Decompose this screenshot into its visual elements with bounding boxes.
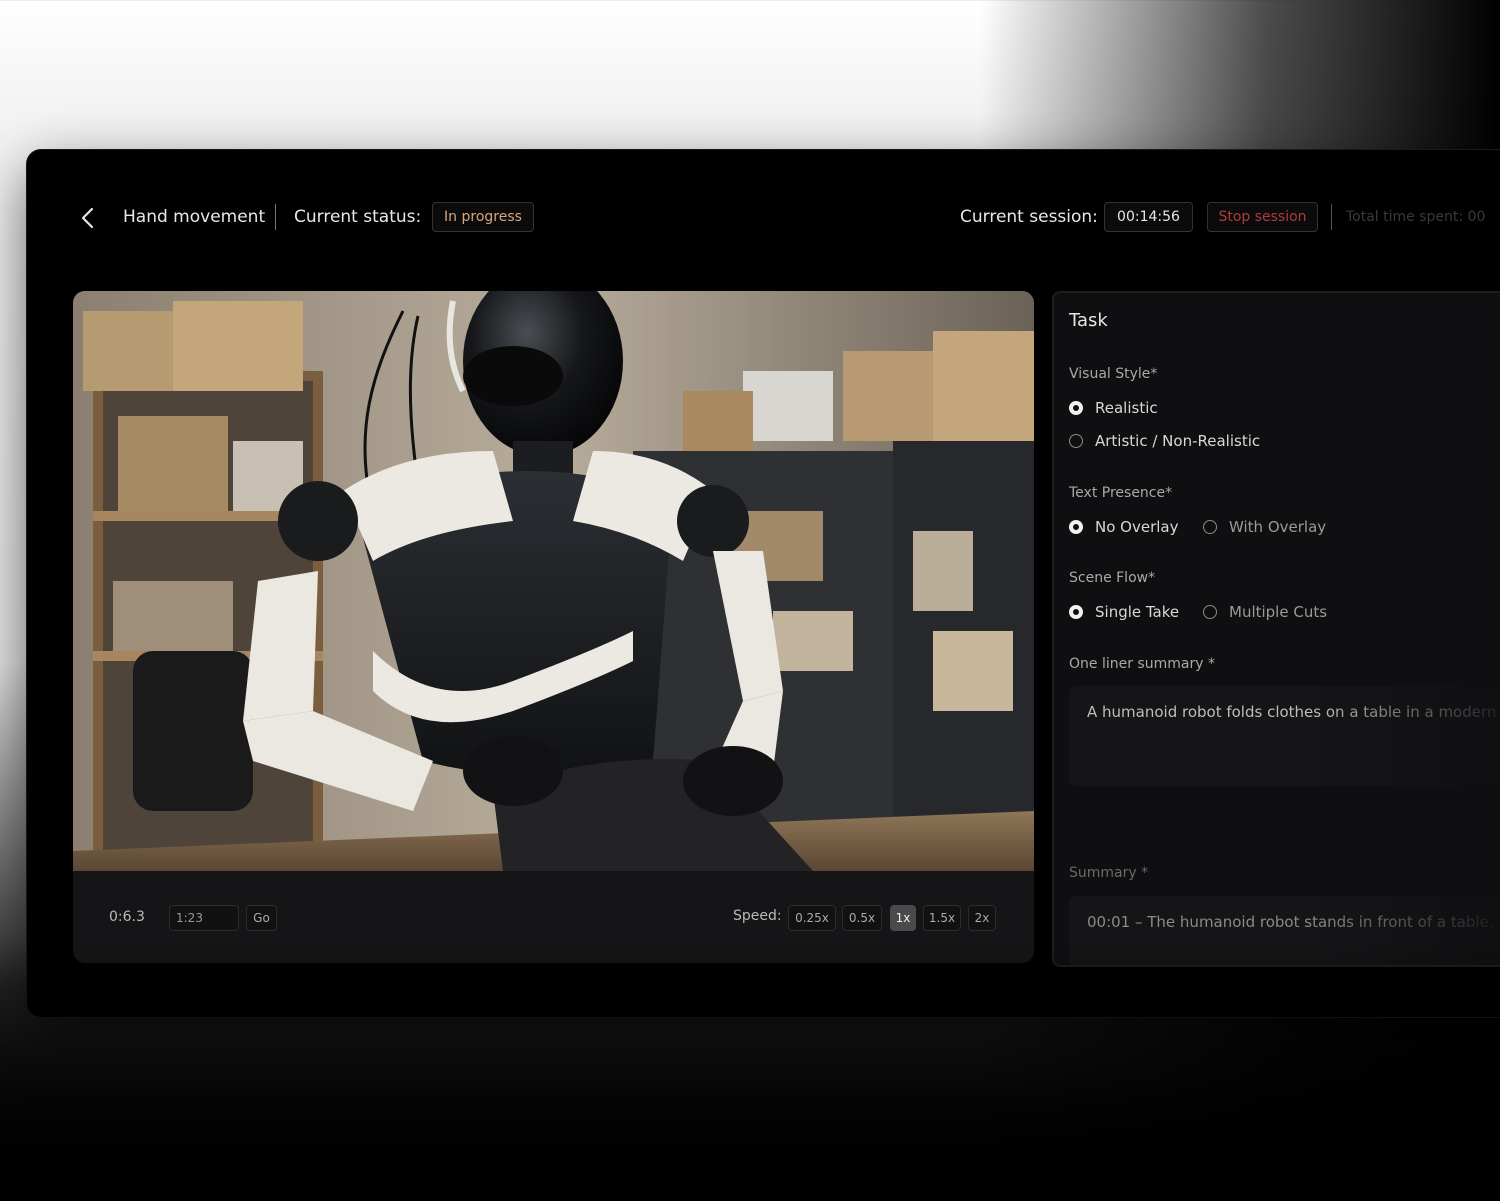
radio-selected-icon (1069, 520, 1083, 534)
speed-button-1-5x[interactable]: 1.5x (923, 905, 961, 931)
header-divider (275, 204, 276, 230)
status-label: Current status: (294, 207, 422, 227)
current-time-readout: 0:6.3 (109, 909, 145, 925)
radio-single-take[interactable]: Single Take (1069, 603, 1179, 621)
back-chevron-icon[interactable] (77, 205, 99, 231)
textarea-fade (1309, 896, 1500, 965)
status-badge: In progress (432, 202, 534, 232)
radio-selected-icon (1069, 605, 1083, 619)
radio-label: No Overlay (1095, 518, 1179, 536)
summary-label: Summary * (1069, 865, 1149, 881)
one-liner-textarea[interactable]: A humanoid robot folds clothes on a tabl… (1069, 686, 1500, 786)
session-timer: 00:14:56 (1104, 202, 1193, 232)
radio-label: Single Take (1095, 603, 1180, 621)
textarea-fade (1309, 686, 1500, 786)
one-liner-text: A humanoid robot folds clothes on a tabl… (1087, 703, 1500, 721)
go-button[interactable]: Go (246, 905, 277, 931)
video-player: 0:6.3 Go Speed: 0.25x 0.5x 1x 1.5x 2x (73, 291, 1034, 963)
task-title: Task (1069, 310, 1108, 331)
text-presence-label: Text Presence* (1069, 485, 1173, 501)
jump-to-time-input[interactable] (169, 905, 239, 931)
summary-text: 00:01 – The humanoid robot stands in fro… (1087, 913, 1500, 931)
stop-session-button[interactable]: Stop session (1207, 202, 1318, 232)
radio-multiple-cuts[interactable]: Multiple Cuts (1203, 603, 1327, 621)
header-divider-2 (1331, 204, 1332, 230)
page-title: Hand movement (123, 207, 266, 227)
radio-with-overlay[interactable]: With Overlay (1203, 518, 1326, 536)
radio-unselected-icon (1203, 605, 1217, 619)
radio-label: Multiple Cuts (1229, 603, 1328, 621)
app-window: Hand movement Current status: In progres… (27, 150, 1500, 1017)
speed-button-1x[interactable]: 1x (890, 905, 916, 931)
scene-flow-label: Scene Flow* (1069, 570, 1156, 586)
player-controls: 0:6.3 Go Speed: 0.25x 0.5x 1x 1.5x 2x (73, 871, 1034, 963)
task-panel: Task Visual Style* Realistic Artistic / … (1052, 291, 1500, 967)
total-time-spent: Total time spent: 00 (1346, 209, 1486, 225)
one-liner-label: One liner summary * (1069, 656, 1215, 672)
speed-button-2x[interactable]: 2x (968, 905, 996, 931)
radio-label: Artistic / Non-Realistic (1095, 432, 1261, 450)
speed-button-0-25x[interactable]: 0.25x (788, 905, 836, 931)
radio-unselected-icon (1069, 434, 1083, 448)
summary-textarea[interactable]: 00:01 – The humanoid robot stands in fro… (1069, 896, 1500, 965)
radio-selected-icon (1069, 401, 1083, 415)
radio-label: Realistic (1095, 399, 1158, 417)
radio-unselected-icon (1203, 520, 1217, 534)
visual-style-label: Visual Style* (1069, 366, 1158, 382)
radio-artistic-non-realistic[interactable]: Artistic / Non-Realistic (1069, 432, 1260, 450)
radio-realistic[interactable]: Realistic (1069, 399, 1158, 417)
radio-no-overlay[interactable]: No Overlay (1069, 518, 1178, 536)
video-frame-image[interactable] (73, 291, 1034, 871)
top-bar: Hand movement Current status: In progres… (27, 150, 1500, 286)
speed-label: Speed: (733, 908, 782, 924)
session-label: Current session: (960, 207, 1098, 227)
radio-label: With Overlay (1229, 518, 1327, 536)
speed-button-0-5x[interactable]: 0.5x (842, 905, 882, 931)
